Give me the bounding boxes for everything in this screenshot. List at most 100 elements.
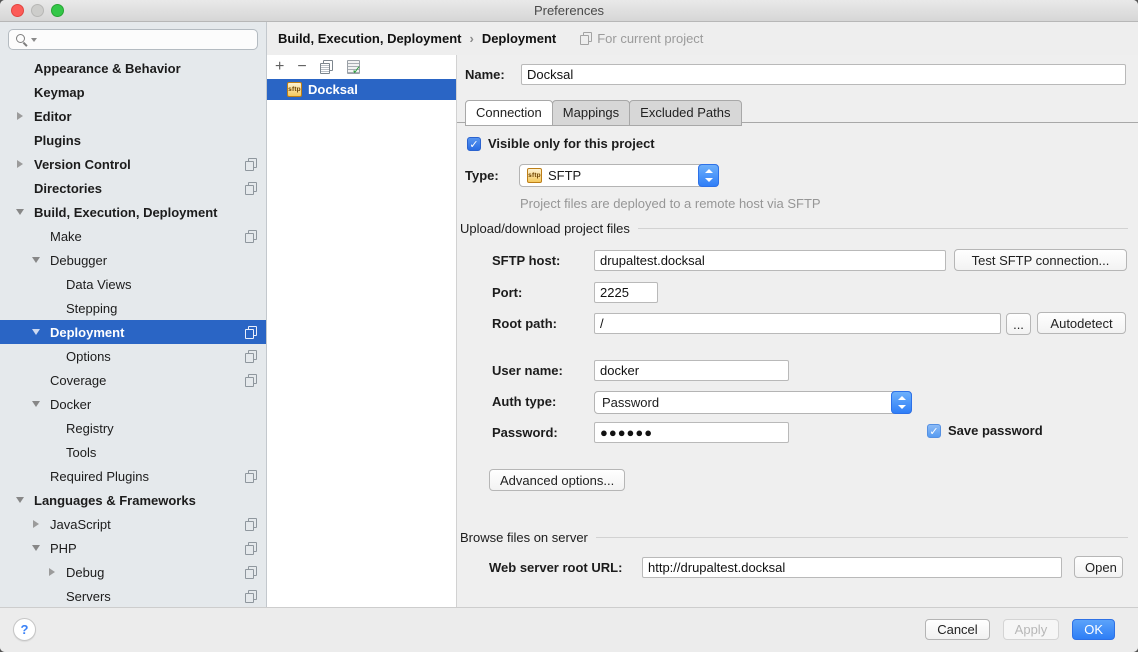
sidebar-item-coverage[interactable]: Coverage	[0, 368, 266, 392]
visible-only-checkbox[interactable]: ✓ Visible only for this project	[467, 136, 655, 151]
browse-section-title: Browse files on server	[460, 530, 588, 545]
remove-server-button[interactable]: −	[297, 60, 306, 74]
sidebar-item-languages-frameworks[interactable]: Languages & Frameworks	[0, 488, 266, 512]
project-scope-icon	[245, 566, 257, 579]
sidebar-item-version-control[interactable]: Version Control	[0, 152, 266, 176]
ok-button[interactable]: OK	[1072, 619, 1115, 640]
port-input[interactable]	[594, 282, 658, 303]
dropdown-stepper-icon[interactable]	[698, 164, 719, 187]
chevron-right-icon[interactable]	[49, 568, 55, 576]
sidebar-item-label: Keymap	[34, 85, 85, 100]
project-scope-icon	[245, 326, 257, 339]
project-scope-icon	[245, 158, 257, 171]
sidebar-item-debug[interactable]: Debug	[0, 560, 266, 584]
name-input[interactable]	[521, 64, 1126, 85]
use-as-default-button[interactable]	[346, 60, 360, 74]
settings-sidebar: Appearance & Behavior Keymap Editor Plugins…	[0, 22, 267, 607]
browse-root-path-button[interactable]: ...	[1006, 313, 1031, 335]
chevron-right-icon[interactable]	[17, 160, 23, 168]
sidebar-item-required-plugins[interactable]: Required Plugins	[0, 464, 266, 488]
sidebar-item-registry[interactable]: Registry	[0, 416, 266, 440]
sidebar-item-build-execution-deployment[interactable]: Build, Execution, Deployment	[0, 200, 266, 224]
sidebar-item-label: Registry	[66, 421, 114, 436]
sidebar-item-label: Editor	[34, 109, 72, 124]
sidebar-item-label: Make	[50, 229, 82, 244]
search-icon	[15, 33, 28, 46]
upload-section-header: Upload/download project files	[460, 221, 1128, 236]
sidebar-item-servers[interactable]: Servers	[0, 584, 266, 608]
project-scope-icon	[245, 182, 257, 195]
autodetect-button[interactable]: Autodetect	[1037, 312, 1126, 334]
save-password-label: Save password	[948, 423, 1043, 438]
sidebar-item-debugger[interactable]: Debugger	[0, 248, 266, 272]
chevron-down-icon[interactable]	[32, 545, 40, 551]
sidebar-item-keymap[interactable]: Keymap	[0, 80, 266, 104]
chevron-down-icon[interactable]	[32, 401, 40, 407]
chevron-down-icon[interactable]	[16, 209, 24, 215]
project-scope-icon	[245, 350, 257, 363]
sidebar-item-deployment[interactable]: Deployment	[0, 320, 266, 344]
sidebar-item-label: Required Plugins	[50, 469, 149, 484]
web-server-root-url-input[interactable]	[642, 557, 1062, 578]
auth-type-value: Password	[602, 395, 659, 410]
root-path-input[interactable]	[594, 313, 1001, 334]
sidebar-item-make[interactable]: Make	[0, 224, 266, 248]
sidebar-item-label: Directories	[34, 181, 102, 196]
sidebar-item-data-views[interactable]: Data Views	[0, 272, 266, 296]
project-scope-icon	[245, 590, 257, 603]
chevron-down-icon[interactable]	[16, 497, 24, 503]
project-scope-icon	[245, 470, 257, 483]
dialog-footer: ? Cancel Apply OK	[0, 607, 1138, 652]
save-password-checkbox[interactable]: ✓ Save password	[927, 423, 1043, 438]
sidebar-item-tools[interactable]: Tools	[0, 440, 266, 464]
breadcrumb-item[interactable]: Build, Execution, Deployment	[278, 31, 461, 46]
zoom-window-button[interactable]	[51, 4, 64, 17]
chevron-right-icon[interactable]	[33, 520, 39, 528]
chevron-down-icon[interactable]	[32, 329, 40, 335]
sidebar-item-label: Servers	[66, 589, 111, 604]
sidebar-item-stepping[interactable]: Stepping	[0, 296, 266, 320]
search-options-caret-icon[interactable]	[31, 38, 37, 42]
apply-button[interactable]: Apply	[1003, 619, 1060, 640]
copy-server-button[interactable]	[320, 60, 333, 74]
deployment-form: Name: ConnectionMappingsExcluded Paths ✓…	[457, 55, 1138, 607]
password-input[interactable]	[594, 422, 789, 443]
sidebar-item-label: Options	[66, 349, 111, 364]
traffic-lights	[11, 4, 64, 17]
type-dropdown[interactable]: sftp SFTP	[519, 164, 719, 187]
tab-mappings[interactable]: Mappings	[552, 100, 630, 126]
user-name-label: User name:	[492, 360, 563, 381]
sidebar-item-plugins[interactable]: Plugins	[0, 128, 266, 152]
breadcrumb: Build, Execution, Deployment › Deploymen…	[267, 22, 1138, 55]
sidebar-item-directories[interactable]: Directories	[0, 176, 266, 200]
settings-search-input[interactable]	[8, 29, 258, 50]
sidebar-item-label: Version Control	[34, 157, 131, 172]
auth-type-dropdown[interactable]: Password	[594, 391, 912, 414]
dropdown-stepper-icon[interactable]	[891, 391, 912, 414]
servers-panel: + − sftp Docksal	[267, 55, 457, 607]
help-button[interactable]: ?	[13, 618, 36, 641]
test-sftp-connection-button[interactable]: Test SFTP connection...	[954, 249, 1127, 271]
chevron-down-icon[interactable]	[32, 257, 40, 263]
advanced-options-button[interactable]: Advanced options...	[489, 469, 625, 491]
breadcrumb-item: Deployment	[482, 31, 556, 46]
sftp-host-input[interactable]	[594, 250, 946, 271]
sidebar-item-label: Debugger	[50, 253, 107, 268]
sidebar-item-appearance-behavior[interactable]: Appearance & Behavior	[0, 56, 266, 80]
sidebar-item-javascript[interactable]: JavaScript	[0, 512, 266, 536]
chevron-right-icon[interactable]	[17, 112, 23, 120]
cancel-button[interactable]: Cancel	[925, 619, 989, 640]
close-window-button[interactable]	[11, 4, 24, 17]
sidebar-item-options[interactable]: Options	[0, 344, 266, 368]
sidebar-item-editor[interactable]: Editor	[0, 104, 266, 128]
tab-connection[interactable]: Connection	[465, 100, 553, 126]
server-list-item[interactable]: sftp Docksal	[267, 79, 456, 100]
user-name-input[interactable]	[594, 360, 789, 381]
sidebar-item-docker[interactable]: Docker	[0, 392, 266, 416]
preferences-window: Preferences Appearance & Behavior Keymap E…	[0, 0, 1138, 652]
open-url-button[interactable]: Open	[1074, 556, 1123, 578]
add-server-button[interactable]: +	[275, 60, 284, 74]
sidebar-item-php[interactable]: PHP	[0, 536, 266, 560]
title-bar: Preferences	[0, 0, 1138, 22]
tab-excluded-paths[interactable]: Excluded Paths	[629, 100, 741, 126]
